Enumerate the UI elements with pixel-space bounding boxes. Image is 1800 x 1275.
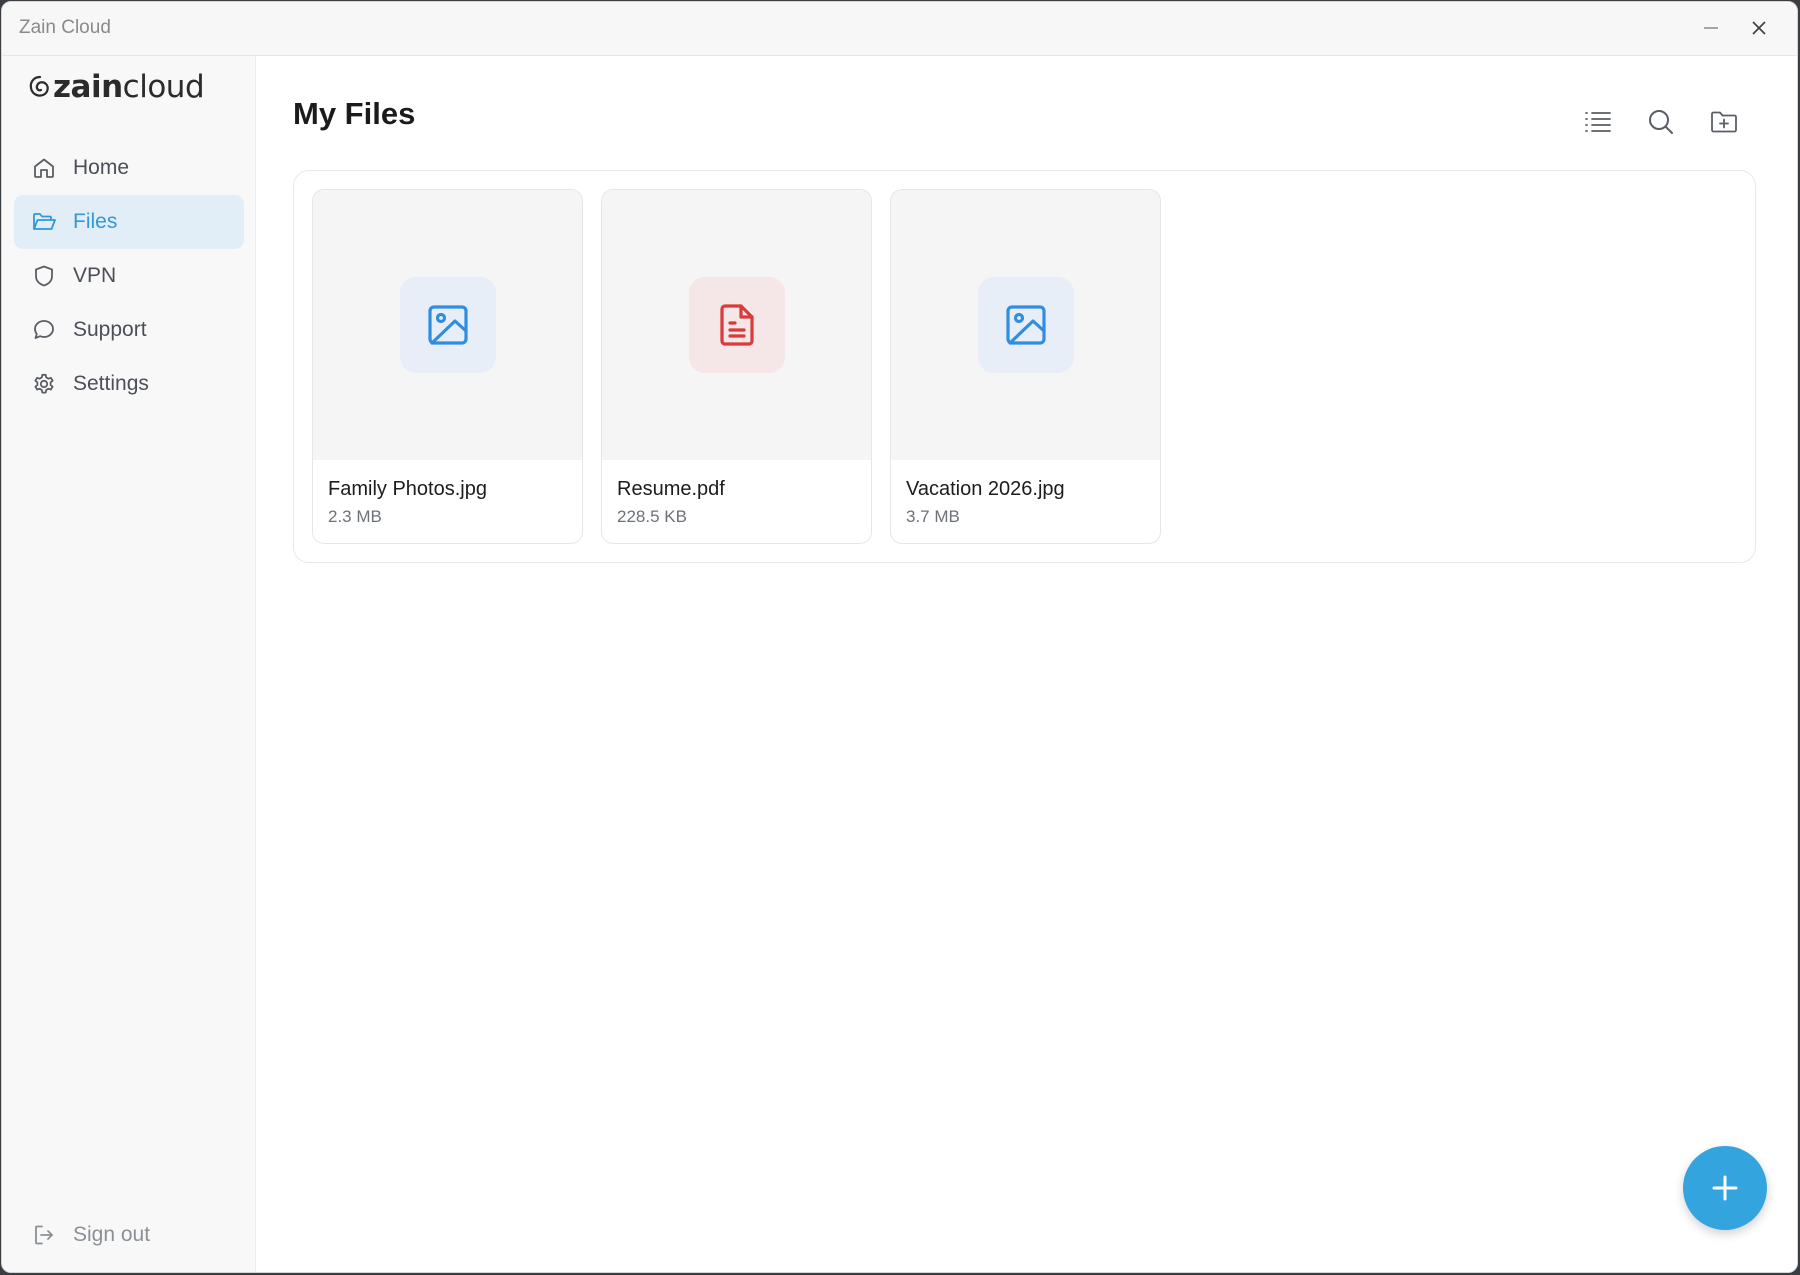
list-view-icon <box>1585 112 1611 132</box>
gear-icon <box>31 371 57 397</box>
sidebar-item-label: Home <box>73 156 130 179</box>
sidebar-item-label: Settings <box>73 372 149 395</box>
sidebar-item-label: Files <box>73 210 118 233</box>
file-card[interactable]: Family Photos.jpg 2.3 MB <box>312 189 583 544</box>
close-button[interactable] <box>1739 10 1779 46</box>
list-view-button[interactable] <box>1576 100 1620 144</box>
image-file-icon <box>427 305 468 345</box>
add-file-button[interactable] <box>1683 1146 1767 1230</box>
file-card[interactable]: Resume.pdf 228.5 KB <box>601 189 872 544</box>
file-name: Resume.pdf <box>617 478 725 500</box>
title-bar: Zain Cloud <box>2 2 1797 56</box>
sign-out-label: Sign out <box>73 1223 151 1246</box>
file-name: Family Photos.jpg <box>328 478 487 500</box>
logo-text-light: cloud <box>122 69 205 105</box>
minimize-button[interactable] <box>1691 10 1731 46</box>
folder-open-icon <box>31 209 57 235</box>
file-type-tile <box>688 277 785 373</box>
page-title: My Files <box>293 96 416 131</box>
sidebar-item-label: Support <box>73 318 147 341</box>
file-name: Vacation 2026.jpg <box>906 478 1065 500</box>
sidebar-nav: Home Files VPN Support Settings <box>14 141 244 411</box>
zaincloud-logo: zaincloud <box>28 69 205 105</box>
logo-text-bold: zain <box>53 69 123 105</box>
sidebar-item-label: VPN <box>73 264 117 287</box>
app-window: Zain Cloud zaincloud Home Files VPN Supp… <box>1 1 1798 1273</box>
sign-out-button[interactable]: Sign out <box>14 1208 244 1262</box>
chat-bubble-icon <box>31 317 57 343</box>
file-size: 2.3 MB <box>328 507 382 526</box>
swirl-logo-icon <box>29 75 49 97</box>
sidebar-item-support[interactable]: Support <box>14 303 244 357</box>
file-size: 228.5 KB <box>617 507 687 526</box>
document-file-icon <box>719 304 754 346</box>
minimize-icon <box>1704 27 1718 29</box>
new-folder-button[interactable] <box>1702 100 1746 144</box>
file-type-tile <box>977 277 1074 373</box>
file-thumbnail <box>313 190 582 460</box>
plus-icon <box>1712 1175 1738 1201</box>
new-folder-icon <box>1711 111 1737 133</box>
file-type-tile <box>399 277 496 373</box>
sidebar-item-home[interactable]: Home <box>14 141 244 195</box>
shield-icon <box>31 263 57 289</box>
sidebar-item-vpn[interactable]: VPN <box>14 249 244 303</box>
file-card[interactable]: Vacation 2026.jpg 3.7 MB <box>890 189 1161 544</box>
file-thumbnail <box>602 190 871 460</box>
search-icon <box>1649 110 1673 134</box>
file-thumbnail <box>891 190 1160 460</box>
search-button[interactable] <box>1639 100 1683 144</box>
file-size: 3.7 MB <box>906 507 960 526</box>
close-icon <box>1752 21 1766 35</box>
files-grid: Family Photos.jpg 2.3 MB Resume.pdf 228.… <box>293 170 1756 563</box>
window-title: Zain Cloud <box>19 17 111 38</box>
image-file-icon <box>1005 305 1046 345</box>
sidebar: zaincloud Home Files VPN Support Setting… <box>2 56 256 1272</box>
home-icon <box>31 155 57 181</box>
main-content: My Files Family Photos.jpg 2.3 MB Resume… <box>256 56 1797 1272</box>
sidebar-item-files[interactable]: Files <box>14 195 244 249</box>
sidebar-item-settings[interactable]: Settings <box>14 357 244 411</box>
sign-out-icon <box>31 1222 57 1248</box>
